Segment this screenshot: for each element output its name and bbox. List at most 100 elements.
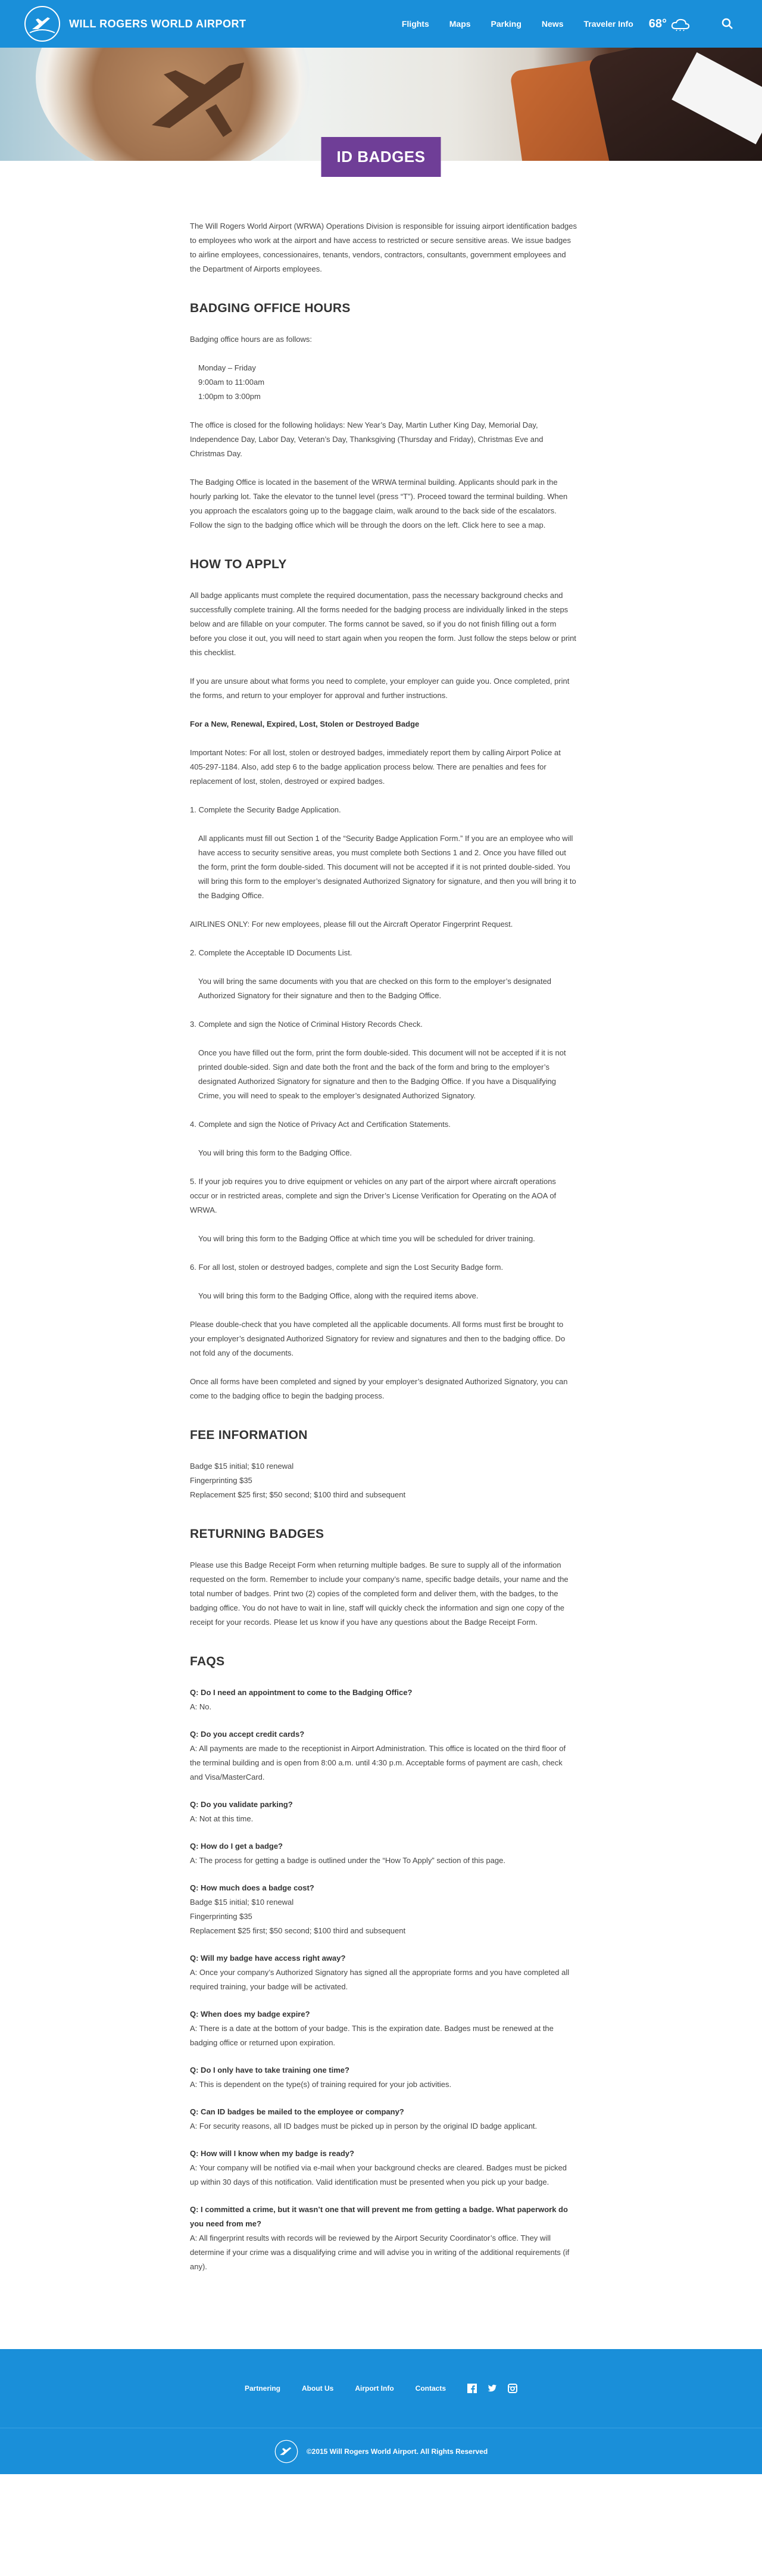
faq-question: Q: Do I need an appointment to come to t…	[190, 1688, 413, 1697]
step-6[interactable]: 6. For all lost, stolen or destroyed bad…	[190, 1260, 577, 1275]
nav-traveler-info[interactable]: Traveler Info	[583, 19, 633, 29]
faq-answer: A: The process for getting a badge is ou…	[190, 1856, 505, 1865]
faq-question: Q: How do I get a badge?	[190, 1842, 283, 1851]
footer-bottom: ©2015 Will Rogers World Airport. All Rig…	[0, 2428, 762, 2474]
hours-morning: 9:00am to 11:00am	[198, 378, 265, 387]
faq-question: Q: Do I only have to take training one t…	[190, 2066, 349, 2074]
fee-heading: FEE INFORMATION	[190, 1428, 308, 1442]
office-hours-lead: Badging office hours are as follows:	[190, 335, 312, 344]
step-4-detail: You will bring this form to the Badging …	[198, 1148, 352, 1157]
faq-item: Q: How do I get a badge? A: The process f…	[190, 1839, 577, 1868]
fee-fingerprinting: Fingerprinting $35	[190, 1476, 252, 1485]
facebook-icon[interactable]	[467, 2384, 477, 2393]
temperature: 68°	[648, 17, 667, 30]
instagram-icon[interactable]	[508, 2384, 517, 2393]
apply-subheading: For a New, Renewal, Expired, Lost, Stole…	[190, 719, 420, 728]
faq-item: Q: Do I need an appointment to come to t…	[190, 1686, 577, 1714]
faq-question: Q: Do you accept credit cards?	[190, 1730, 305, 1739]
step-1[interactable]: 1. Complete the Security Badge Applicati…	[190, 803, 577, 817]
important-notes: Important Notes: For all lost, stolen or…	[190, 748, 561, 786]
hours-afternoon: 1:00pm to 3:00pm	[198, 392, 261, 401]
returning-text: Please use this Badge Receipt Form when …	[190, 1560, 569, 1627]
returning-heading: RETURNING BADGES	[190, 1527, 324, 1541]
faq-answer: A: This is dependent on the type(s) of t…	[190, 2080, 452, 2089]
faq-item: Q: Do I only have to take training one t…	[190, 2063, 577, 2092]
faq-list: Q: Do I need an appointment to come to t…	[190, 1686, 577, 2274]
faq-answer: Badge $15 initial; $10 renewal	[190, 1898, 294, 1907]
nav-parking[interactable]: Parking	[491, 19, 521, 29]
weather-widget[interactable]: 68°	[649, 17, 691, 31]
faq-question: Q: I committed a crime, but it wasn’t on…	[190, 2205, 568, 2228]
footer-nav: Partnering About Us Airport Info Contact…	[0, 2349, 762, 2428]
nav-news[interactable]: News	[542, 19, 564, 29]
faq-answer: A: Not at this time.	[190, 1814, 254, 1823]
faqs-heading: FAQS	[190, 1655, 225, 1668]
faq-question: Q: When does my badge expire?	[190, 2010, 310, 2019]
faq-question: Q: Do you validate parking?	[190, 1800, 293, 1809]
copyright-text: ©2015 Will Rogers World Airport. All Rig…	[306, 2447, 488, 2456]
faq-question: Q: Can ID badges be mailed to the employ…	[190, 2107, 404, 2116]
faq-answer: A: No.	[190, 1702, 212, 1711]
step-6-detail: You will bring this form to the Badging …	[198, 1291, 479, 1300]
faq-question: Q: How will I know when my badge is read…	[190, 2149, 354, 2158]
faq-answer: A: All payments are made to the receptio…	[190, 1744, 566, 1781]
footer-link-contacts[interactable]: Contacts	[416, 2384, 446, 2393]
search-icon	[722, 18, 733, 29]
step-2-detail: You will bring the same documents with y…	[198, 977, 552, 1000]
step-3-detail: Once you have filled out the form, print…	[198, 1048, 566, 1100]
holiday-closures: The office is closed for the following h…	[190, 420, 544, 458]
faq-item: Q: Do you validate parking? A: Not at thi…	[190, 1798, 577, 1826]
faq-item: Q: When does my badge expire? A: There is…	[190, 2007, 577, 2050]
faq-item: Q: How much does a badge cost? Badge $15 …	[190, 1881, 577, 1938]
faq-answer: A: Once your company’s Authorized Signat…	[190, 1968, 570, 1991]
faq-question: Q: How much does a badge cost?	[190, 1883, 314, 1892]
footer-link-about-us[interactable]: About Us	[302, 2384, 333, 2393]
footer-link-airport-info[interactable]: Airport Info	[355, 2384, 394, 2393]
faq-answer: A: All fingerprint results with records …	[190, 2234, 570, 2271]
faq-item: Q: Do you accept credit cards? A: All pay…	[190, 1727, 577, 1784]
title-wrap: ID BADGES	[0, 137, 762, 185]
nav-flights[interactable]: Flights	[402, 19, 429, 29]
faq-answer: A: There is a date at the bottom of your…	[190, 2024, 554, 2047]
how-to-apply-heading: HOW TO APPLY	[190, 557, 287, 571]
social-links	[467, 2384, 517, 2393]
final-step-text: Once all forms have been completed and s…	[190, 1377, 568, 1400]
site-name: WILL ROGERS WORLD AIRPORT	[69, 17, 246, 30]
step-5-detail: You will bring this form to the Badging …	[198, 1234, 535, 1243]
site-logo[interactable]: WILL ROGERS WORLD AIRPORT	[24, 5, 246, 42]
airplane-icon	[152, 63, 244, 137]
airlines-note[interactable]: AIRLINES ONLY: For new employees, please…	[190, 917, 577, 932]
faq-answer: Fingerprinting $35	[190, 1912, 252, 1921]
faq-answer: A: For security reasons, all ID badges m…	[190, 2122, 538, 2130]
airport-logo-icon	[24, 6, 60, 42]
cloud-icon	[671, 18, 690, 31]
step-1-detail: All applicants must fill out Section 1 o…	[198, 834, 576, 900]
site-header: WILL ROGERS WORLD AIRPORT Flights Maps P…	[0, 0, 762, 48]
fee-replacement: Replacement $25 first; $50 second; $100 …	[190, 1490, 406, 1499]
faq-item: Q: I committed a crime, but it wasn’t on…	[190, 2203, 577, 2274]
step-3[interactable]: 3. Complete and sign the Notice of Crimi…	[190, 1017, 577, 1032]
faq-item: Q: How will I know when my badge is read…	[190, 2147, 577, 2189]
step-5[interactable]: 5. If your job requires you to drive equ…	[190, 1175, 577, 1217]
office-hours-heading: BADGING OFFICE HOURS	[190, 301, 351, 315]
apply-guidance: If you are unsure about what forms you n…	[190, 677, 570, 700]
faq-answer: Replacement $25 first; $50 second; $100 …	[190, 1926, 406, 1935]
nav-maps[interactable]: Maps	[449, 19, 471, 29]
faq-item: Q: Can ID badges be mailed to the employ…	[190, 2105, 577, 2133]
double-check-text: Please double-check that you have comple…	[190, 1320, 566, 1357]
search-button[interactable]	[717, 13, 738, 35]
hours-days: Monday – Friday	[198, 363, 256, 372]
main-content: The Will Rogers World Airport (WRWA) Ope…	[190, 219, 577, 2274]
footer-link-partnering[interactable]: Partnering	[245, 2384, 280, 2393]
step-2[interactable]: 2. Complete the Acceptable ID Documents …	[190, 946, 577, 960]
site-footer: Partnering About Us Airport Info Contact…	[0, 2349, 762, 2474]
office-hours-list: Monday – Friday 9:00am to 11:00am 1:00pm…	[190, 361, 577, 404]
faq-question: Q: Will my badge have access right away?	[190, 1954, 346, 1963]
faq-answer: A: Your company will be notified via e-m…	[190, 2163, 567, 2186]
apply-intro: All badge applicants must complete the r…	[190, 591, 576, 657]
fee-list: Badge $15 initial; $10 renewal Fingerpri…	[190, 1459, 577, 1502]
step-4[interactable]: 4. Complete and sign the Notice of Priva…	[190, 1117, 577, 1132]
twitter-icon[interactable]	[488, 2384, 497, 2393]
office-location: The Badging Office is located in the bas…	[190, 478, 568, 529]
intro-text: The Will Rogers World Airport (WRWA) Ope…	[190, 222, 577, 273]
